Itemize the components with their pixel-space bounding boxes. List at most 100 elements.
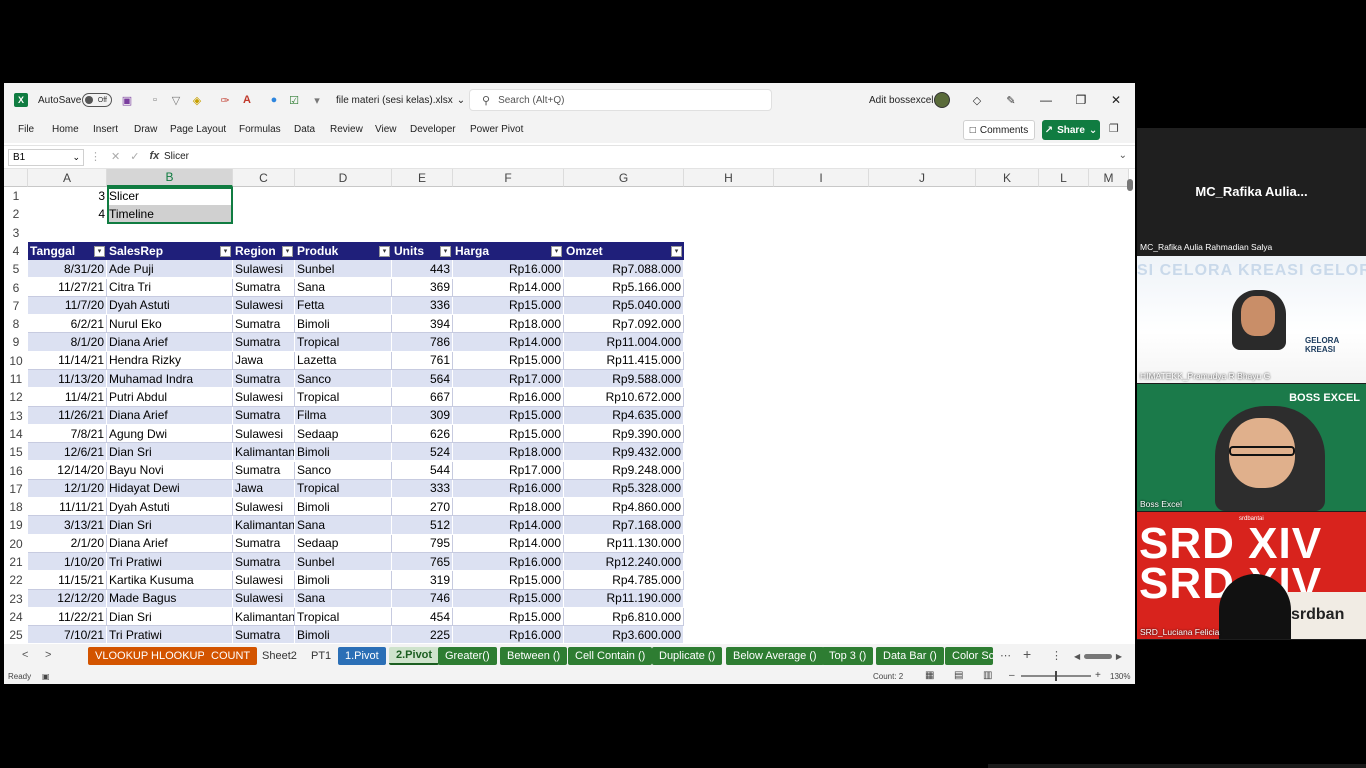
table-header-cell[interactable]: Units ▾	[392, 241, 453, 261]
table-cell[interactable]: Filma	[295, 406, 392, 425]
table-cell[interactable]: 795	[392, 534, 453, 553]
normal-view-icon[interactable]: ▦	[925, 670, 934, 681]
sheet-tab[interactable]: Top 3 ()	[822, 647, 874, 665]
pen-icon[interactable]: ✎	[1004, 93, 1018, 107]
table-cell[interactable]: Bimoli	[295, 571, 392, 590]
table-cell[interactable]: Dian Sri	[107, 443, 233, 462]
table-cell[interactable]: Rp17.000	[453, 461, 564, 480]
table-cell[interactable]: Rp10.672.000	[564, 388, 684, 407]
row-header[interactable]: 15	[4, 443, 28, 462]
close-button[interactable]: ✕	[1099, 83, 1133, 117]
table-cell[interactable]: Jawa	[233, 351, 295, 370]
table-cell[interactable]: Sedaap	[295, 534, 392, 553]
table-cell[interactable]: Kartika Kusuma	[107, 571, 233, 590]
table-cell[interactable]: Rp15.000	[453, 406, 564, 425]
zoom-slider[interactable]	[1021, 671, 1091, 681]
table-cell[interactable]: 12/14/20	[28, 461, 107, 480]
zoom-level[interactable]: 130%	[1110, 672, 1130, 681]
table-cell[interactable]: 746	[392, 589, 453, 608]
table-cell[interactable]: Sanco	[295, 370, 392, 389]
row-header[interactable]: 23	[4, 589, 28, 608]
table-cell[interactable]: 11/11/21	[28, 498, 107, 517]
sheet-tab[interactable]: 1.Pivot	[338, 647, 386, 665]
row-header[interactable]: 3	[4, 223, 28, 242]
row-header[interactable]: 18	[4, 498, 28, 517]
customize-toolbar-icon[interactable]: ▾	[310, 93, 324, 107]
table-cell[interactable]: 11/22/21	[28, 607, 107, 627]
name-box[interactable]: B1 ⌄	[8, 149, 84, 166]
table-cell[interactable]: Kalimantan	[233, 443, 295, 462]
table-cell[interactable]: Sumatra	[233, 370, 295, 389]
table-cell[interactable]: Rp9.390.000	[564, 424, 684, 444]
table-cell[interactable]: 761	[392, 351, 453, 370]
table-cell[interactable]: Muhamad Indra	[107, 370, 233, 389]
table-cell[interactable]: Rp16.000	[453, 626, 564, 644]
table-header-cell[interactable]: Region ▾	[233, 241, 295, 261]
table-cell[interactable]: Rp15.000	[453, 424, 564, 444]
table-cell[interactable]: Sumatra	[233, 534, 295, 553]
sheet-tab[interactable]: Color Sca	[945, 647, 993, 665]
tab-draw[interactable]: Draw	[134, 124, 157, 135]
sheet-tab[interactable]: 2.Pivot	[389, 647, 440, 665]
save-icon[interactable]: ▣	[120, 93, 134, 107]
participant-tile-boss-excel[interactable]: BOSS EXCEL Boss Excel	[1137, 384, 1366, 511]
table-cell[interactable]: Rp14.000	[453, 278, 564, 297]
table-cell[interactable]: Ade Puji	[107, 260, 233, 279]
table-cell[interactable]: Rp4.635.000	[564, 406, 684, 425]
table-cell[interactable]: Rp18.000	[453, 498, 564, 517]
scroll-thumb[interactable]	[1084, 653, 1112, 659]
table-cell[interactable]: Rp6.810.000	[564, 607, 684, 627]
table-cell[interactable]: Rp15.000	[453, 351, 564, 370]
row-header[interactable]: 13	[4, 406, 28, 425]
table-cell[interactable]: Sana	[295, 516, 392, 535]
table-cell[interactable]: Sumatra	[233, 315, 295, 334]
font-color-icon[interactable]: A	[240, 93, 254, 107]
table-cell[interactable]: 11/13/20	[28, 370, 107, 389]
table-cell[interactable]: 309	[392, 406, 453, 425]
add-sheet-icon[interactable]: +	[1023, 646, 1031, 662]
table-cell[interactable]: 7/8/21	[28, 424, 107, 444]
row-header[interactable]: 11	[4, 370, 28, 388]
table-cell[interactable]: 1/10/20	[28, 553, 107, 572]
column-header[interactable]: G	[564, 169, 684, 187]
table-cell[interactable]: 336	[392, 296, 453, 316]
table-cell[interactable]: 564	[392, 370, 453, 389]
table-cell[interactable]: Rp5.040.000	[564, 296, 684, 316]
format-painter-icon[interactable]: ✑	[218, 93, 232, 107]
filter-dropdown-icon[interactable]: ▾	[551, 245, 562, 257]
cell-b2[interactable]: Timeline	[107, 205, 233, 224]
table-cell[interactable]: Agung Dwi	[107, 424, 233, 444]
comments-button[interactable]: □ Comments	[963, 120, 1035, 140]
table-cell[interactable]: Rp7.168.000	[564, 516, 684, 535]
column-header[interactable]: A	[28, 169, 107, 187]
table-cell[interactable]: Sumatra	[233, 406, 295, 425]
table-header-cell[interactable]: Harga ▾	[453, 241, 564, 261]
table-cell[interactable]: Tropical	[295, 607, 392, 627]
filter-dropdown-icon[interactable]: ▾	[220, 245, 231, 257]
row-header[interactable]: 25	[4, 626, 28, 644]
table-cell[interactable]: 11/4/21	[28, 388, 107, 407]
sheet-tab[interactable]: Below Average ()	[726, 647, 824, 665]
table-cell[interactable]: Sedaap	[295, 424, 392, 444]
share-button[interactable]: ↗ Share ⌄	[1042, 120, 1100, 140]
row-header[interactable]: 6	[4, 278, 28, 297]
expand-formula-icon[interactable]: ⌄	[1119, 150, 1127, 161]
table-cell[interactable]: Bimoli	[295, 315, 392, 334]
tab-page-layout[interactable]: Page Layout	[170, 124, 226, 135]
table-cell[interactable]: Rp5.166.000	[564, 278, 684, 297]
table-cell[interactable]: Dyah Astuti	[107, 498, 233, 517]
table-cell[interactable]: Sulawesi	[233, 388, 295, 407]
restore-button[interactable]: ❐	[1064, 83, 1098, 117]
table-cell[interactable]: Bayu Novi	[107, 461, 233, 480]
table-cell[interactable]: 544	[392, 461, 453, 480]
sheet-tab[interactable]: Between ()	[500, 647, 568, 665]
tab-power-pivot[interactable]: Power Pivot	[470, 124, 523, 135]
table-cell[interactable]: Sulawesi	[233, 589, 295, 608]
row-header[interactable]: 12	[4, 388, 28, 407]
table-cell[interactable]: 454	[392, 607, 453, 627]
row-header[interactable]: 1	[4, 187, 28, 205]
table-cell[interactable]: 8/1/20	[28, 333, 107, 352]
scroll-right-icon[interactable]: ▶	[1116, 652, 1122, 661]
table-cell[interactable]: 2/1/20	[28, 534, 107, 553]
table-cell[interactable]: Rp11.190.000	[564, 589, 684, 608]
